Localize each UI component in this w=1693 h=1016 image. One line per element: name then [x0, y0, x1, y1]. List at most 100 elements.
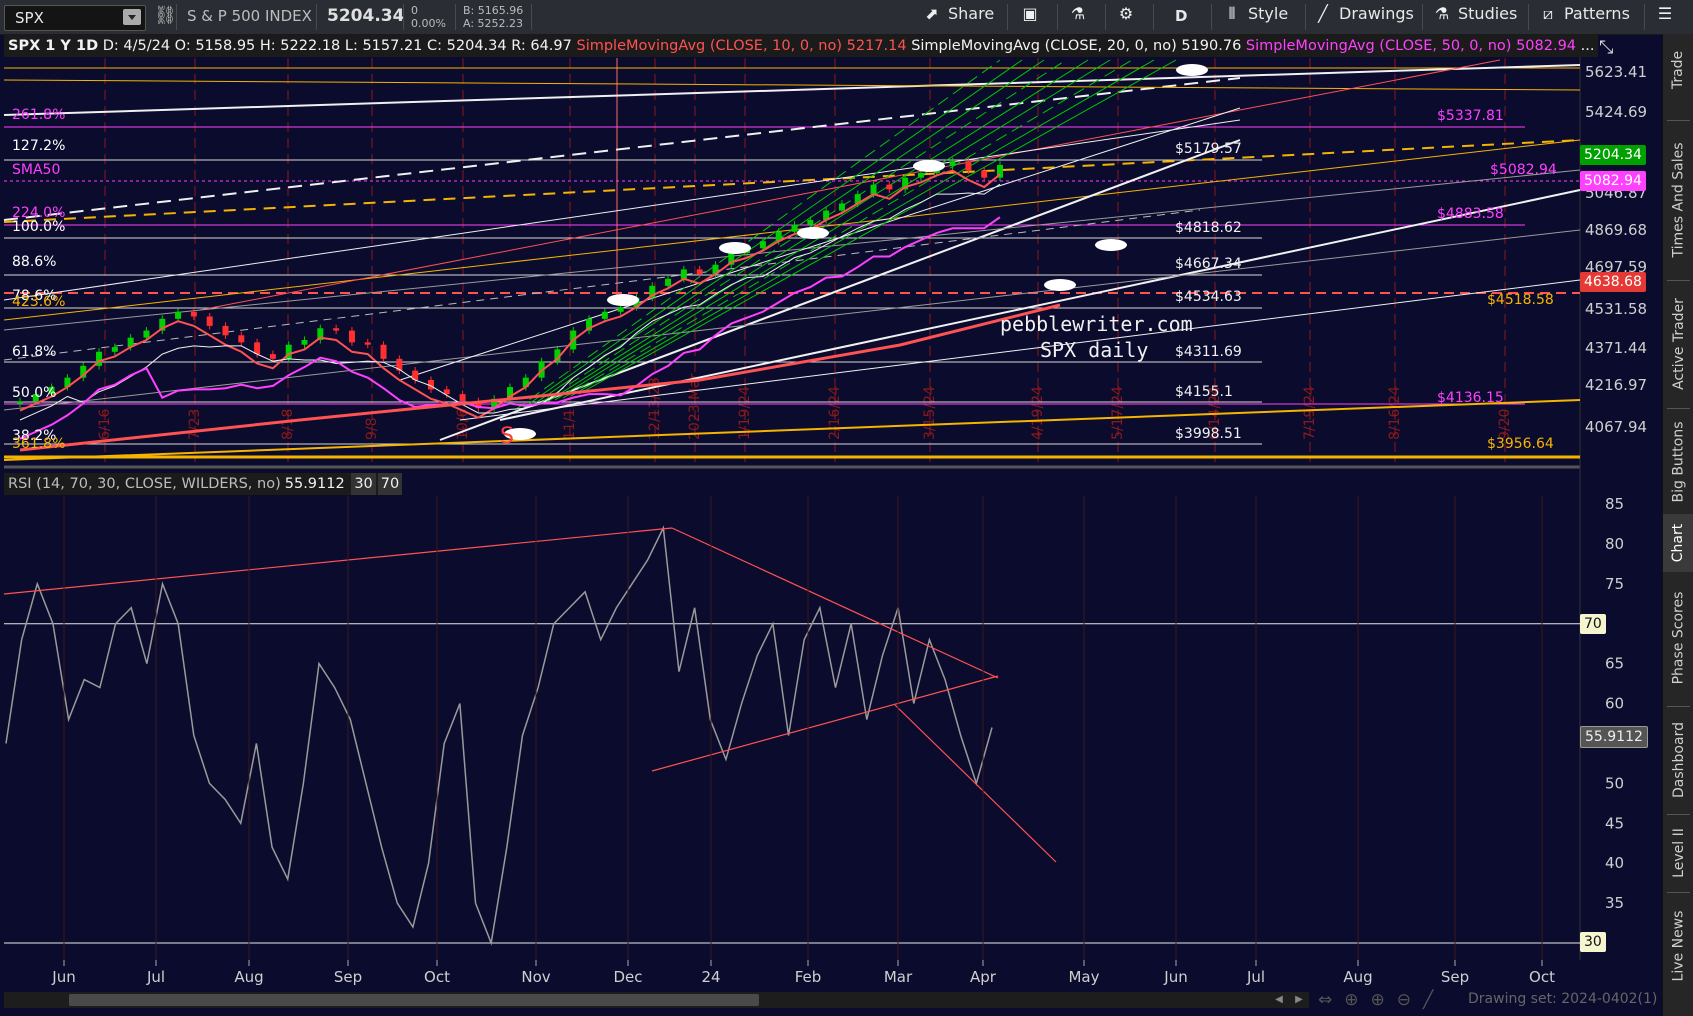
scroll-left-icon[interactable]: ◀: [1272, 992, 1286, 1008]
tab-phase-scores[interactable]: Phase Scores: [1663, 574, 1693, 702]
candle-body: [111, 347, 118, 352]
period-button[interactable]: D: [1175, 7, 1187, 33]
sma50-value: 5082.94: [1516, 38, 1577, 54]
tab-dashboard[interactable]: Dashboard: [1663, 710, 1693, 810]
tab-level-ii[interactable]: Level II: [1663, 818, 1693, 888]
studies-button[interactable]: ⚗ Studies: [1432, 4, 1518, 30]
candle-body: [222, 325, 229, 336]
flask-button[interactable]: ⚗: [1068, 4, 1094, 30]
candle-icon: ⫴: [1228, 4, 1236, 23]
level-label-right: $3956.64: [1487, 436, 1554, 452]
divider: [1211, 4, 1212, 30]
expand-icon[interactable]: ⇔: [1318, 990, 1344, 1010]
candle-body: [807, 220, 814, 225]
collapse-icon[interactable]: ⤡: [1599, 37, 1613, 58]
candle-body: [870, 184, 877, 195]
divider: [1007, 4, 1008, 30]
rsi-overbought: 70: [377, 473, 403, 495]
level-label-right: $4518.58: [1487, 292, 1554, 308]
fib-label: 423.6%: [12, 294, 65, 310]
time-axis-label: Jun: [51, 968, 75, 986]
top-toolbar: SPX ⛓ S & P 500 INDEX 5204.34 0 0.00% B:…: [0, 0, 1693, 35]
bar-close: C: 5204.34: [427, 38, 507, 54]
scroll-thumb[interactable]: [69, 994, 759, 1006]
fib-label: 127.2%: [12, 138, 65, 154]
cycle-date-label: 2/16/24: [827, 386, 843, 440]
more-studies[interactable]: ...: [1581, 38, 1595, 54]
rsi-tag-70: 70: [1580, 614, 1606, 634]
time-axis-label: Feb: [795, 968, 822, 986]
zoom-in-icon[interactable]: ⊕: [1371, 990, 1397, 1010]
candle-body: [348, 330, 355, 343]
time-axis-label: May: [1068, 968, 1099, 986]
price-axis-label: 4869.68: [1585, 221, 1647, 239]
cycle-date-label: 6/16: [97, 408, 113, 440]
zoom-tools[interactable]: ⇔⊕⊕⊖╱: [1318, 990, 1445, 1010]
drawings-button[interactable]: ╱ Drawings: [1313, 4, 1414, 30]
candle-body: [965, 161, 972, 171]
side-tabs: Trade Times And Sales Active Trader Big …: [1662, 34, 1693, 1016]
candle-body: [617, 307, 624, 312]
symbol-selector[interactable]: SPX: [4, 5, 146, 31]
scroll-right-icon[interactable]: ▶: [1292, 992, 1306, 1008]
tab-times-and-sales[interactable]: Times And Sales: [1663, 124, 1693, 276]
divider: [1667, 280, 1690, 281]
price-axis-label: 5424.69: [1585, 103, 1647, 121]
event-marker: [797, 227, 829, 239]
tab-chart[interactable]: Chart: [1663, 514, 1693, 572]
share-icon: ⬈: [925, 4, 939, 23]
link-icon[interactable]: ⛓: [154, 5, 177, 26]
candle-body: [917, 172, 924, 178]
menu-button[interactable]: ☰: [1655, 4, 1681, 30]
bid-price: B: 5165.96: [463, 4, 524, 17]
divider: [176, 4, 177, 30]
rsi-axis-label: 35: [1605, 894, 1624, 912]
candle-body: [175, 311, 182, 319]
time-axis-label: Oct: [424, 968, 450, 986]
level-label: $5179.57: [1175, 141, 1242, 157]
rsi-axis-label: 65: [1605, 655, 1624, 673]
rsi-axis-label: 85: [1605, 495, 1624, 513]
event-marker: [607, 294, 639, 306]
crosshair-icon[interactable]: ⊕: [1344, 990, 1370, 1010]
cycle-date-label: 8/18: [280, 409, 296, 440]
rsi-axis-label: 75: [1605, 575, 1624, 593]
divider: [1667, 814, 1690, 815]
tab-active-trader[interactable]: Active Trader: [1663, 284, 1693, 404]
candle-body: [380, 344, 387, 359]
fib-label: 361.8%: [12, 436, 65, 452]
screenshot-button[interactable]: ▣: [1020, 4, 1046, 30]
level-label: $3998.51: [1175, 426, 1242, 442]
settings-button[interactable]: ⚙: [1116, 4, 1142, 30]
price-axis-label: 4371.44: [1585, 339, 1647, 357]
sma50-label: SimpleMovingAvg (CLOSE, 50, 0, no): [1245, 38, 1512, 54]
event-marker: [1095, 239, 1127, 251]
candle-body: [333, 328, 340, 331]
symbol-name: S & P 500 INDEX: [187, 7, 312, 25]
draw-icon[interactable]: ╱: [1423, 990, 1445, 1010]
tab-live-news[interactable]: Live News: [1663, 896, 1693, 996]
cycle-date-label: 9/8: [364, 417, 380, 440]
patterns-button[interactable]: ⧄ Patterns: [1538, 4, 1630, 30]
time-axis-label: Jul: [146, 968, 165, 986]
net-change: 0: [411, 4, 418, 17]
zoom-out-icon[interactable]: ⊖: [1397, 990, 1423, 1010]
level-label-right: $4136.15: [1437, 390, 1504, 406]
style-button[interactable]: ⫴ Style: [1222, 4, 1289, 30]
last-price: 5204.34: [327, 6, 405, 26]
time-axis-label: Nov: [521, 968, 550, 986]
time-scrollbar[interactable]: ◀ ▶: [4, 992, 1309, 1008]
candle-body: [301, 340, 308, 345]
fib-label: 50.0%: [12, 385, 56, 401]
share-button[interactable]: ⬈ Share: [922, 4, 994, 30]
chart-canvas[interactable]: 6/16 7/23 8/18 9/8 10/6 11/1 12/13/23 2023 Mar 1…: [0, 0, 1662, 1016]
tab-big-buttons[interactable]: Big Buttons: [1663, 412, 1693, 512]
candle-body: [190, 311, 197, 317]
event-marker: [1044, 279, 1076, 291]
fib-label: SMA50: [12, 162, 60, 178]
chevron-down-icon[interactable]: [123, 9, 141, 25]
tab-trade[interactable]: Trade: [1663, 34, 1693, 106]
ask-price: A: 5252.23: [463, 17, 524, 30]
candle-body: [17, 401, 23, 404]
rsi-label: RSI (14, 70, 30, CLOSE, WILDERS, no): [8, 476, 281, 492]
